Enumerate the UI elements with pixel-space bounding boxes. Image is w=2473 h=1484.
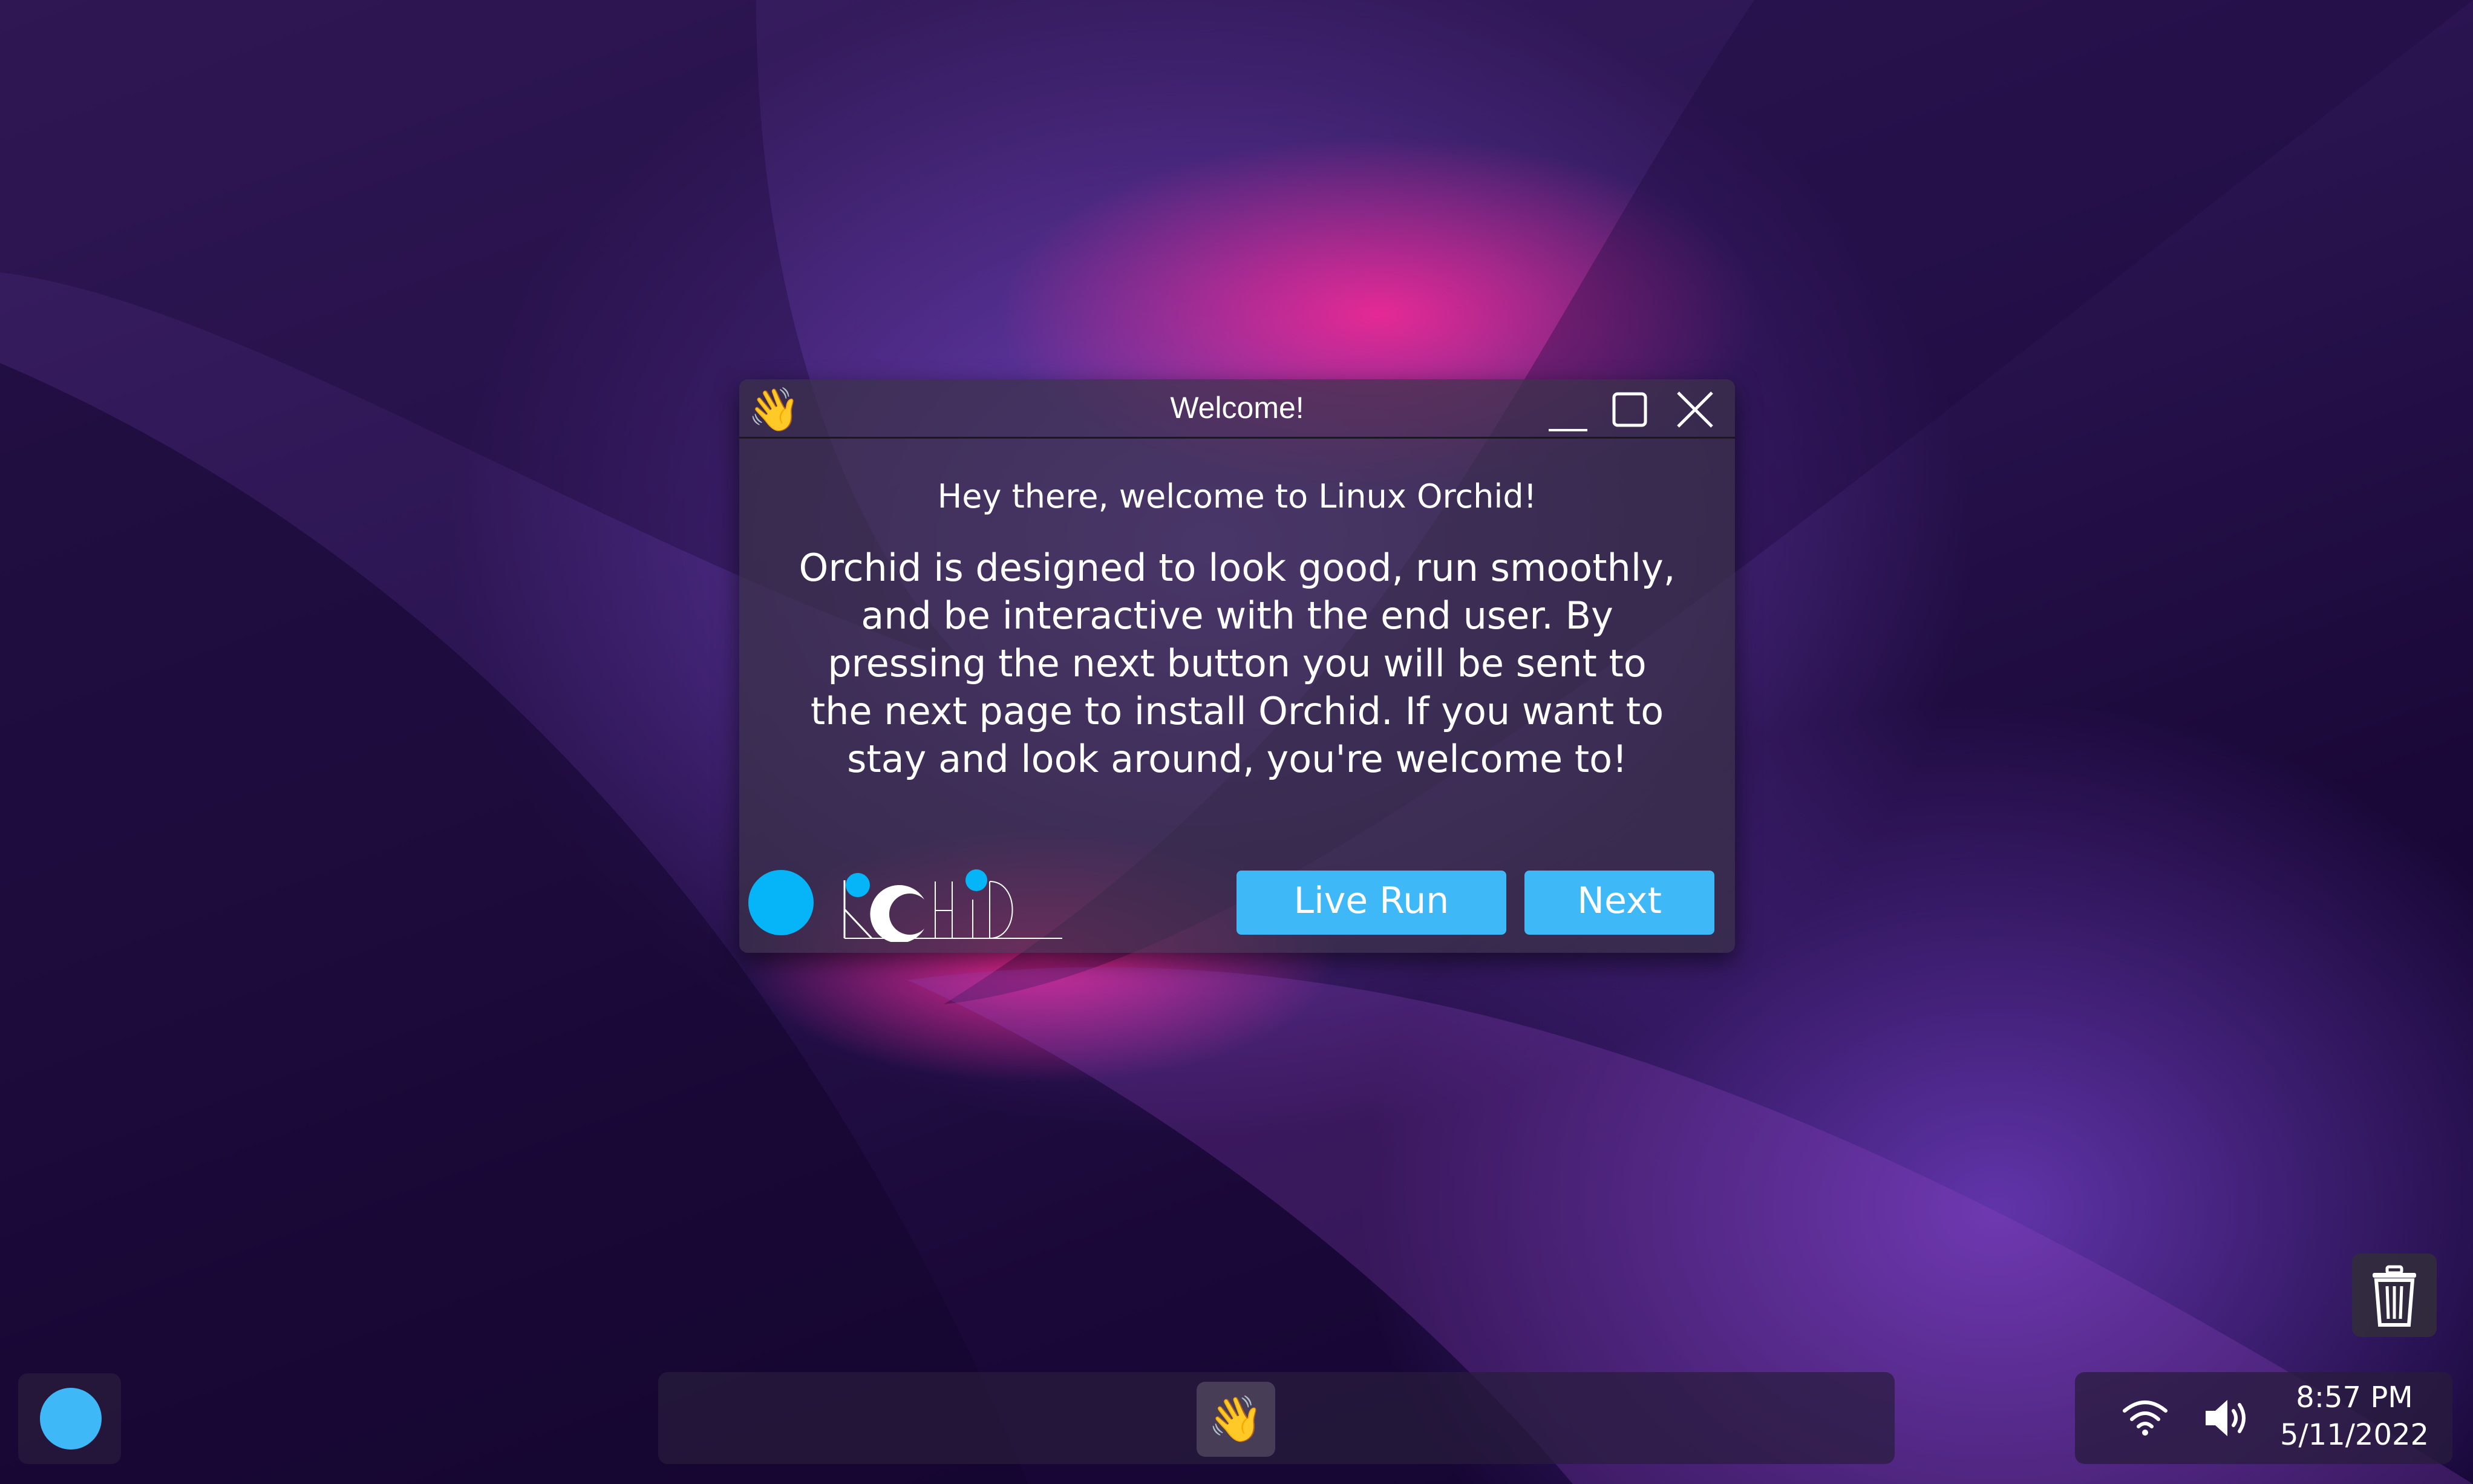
wifi-icon[interactable] [2122, 1397, 2168, 1436]
welcome-window: 👋 Welcome! Hey there, welcome to Linux O… [739, 379, 1735, 953]
maximize-icon[interactable] [1606, 385, 1654, 434]
trash-button[interactable] [2352, 1254, 2437, 1337]
welcome-greeting: Hey there, welcome to Linux Orchid! [937, 477, 1537, 515]
taskbar: 👋 [658, 1372, 1895, 1464]
close-icon[interactable] [1671, 385, 1719, 434]
minimize-icon[interactable] [1544, 385, 1592, 434]
app-launcher-button[interactable] [18, 1373, 121, 1464]
window-titlebar[interactable]: 👋 Welcome! [739, 379, 1735, 439]
clock-date[interactable]: 5/11/2022 [2256, 1418, 2452, 1452]
trash-icon [2373, 1265, 2416, 1327]
welcome-description: Orchid is designed to look good, run smo… [799, 546, 1676, 781]
clock-time[interactable]: 8:57 PM [2256, 1381, 2452, 1414]
taskbar-item-welcome[interactable]: 👋 [1197, 1382, 1275, 1457]
desktop: 👋 Welcome! Hey there, welcome to Linux O… [0, 0, 2473, 1484]
launcher-icon [40, 1388, 102, 1450]
volume-icon[interactable] [2203, 1396, 2252, 1440]
next-button[interactable]: Next [1524, 871, 1714, 935]
system-tray: 8:57 PM 5/11/2022 [2075, 1372, 2452, 1464]
orchid-logo [748, 869, 1062, 942]
live-run-button[interactable]: Live Run [1236, 871, 1506, 935]
